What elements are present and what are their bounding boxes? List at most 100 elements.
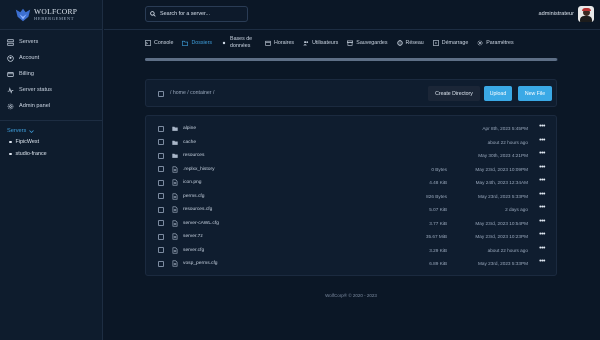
search-input[interactable] bbox=[160, 11, 240, 17]
file-name[interactable]: alpine bbox=[183, 126, 196, 131]
file-checkbox[interactable] bbox=[158, 233, 164, 240]
upload-button[interactable]: Upload bbox=[484, 86, 512, 101]
database-icon bbox=[222, 41, 226, 45]
sidebar-item-account[interactable]: Account bbox=[0, 50, 102, 66]
servers-section-toggle[interactable]: Servers bbox=[0, 126, 102, 136]
play-icon bbox=[432, 40, 439, 46]
folder-icon bbox=[182, 40, 189, 46]
sidebar-item-billing[interactable]: Billing bbox=[0, 66, 102, 82]
sidebar-item-servers[interactable]: Servers bbox=[0, 34, 102, 50]
folder-icon bbox=[172, 140, 178, 145]
file-name[interactable]: resources.cfg bbox=[183, 207, 212, 212]
file-name[interactable]: server.7z bbox=[183, 234, 203, 239]
tab-users[interactable]: Utilisateurs bbox=[303, 40, 338, 46]
tab-startup[interactable]: Démarrage bbox=[432, 40, 469, 46]
file-row[interactable]: icon.png 4.48 KiB May 24th, 2023 12:34AM ••… bbox=[146, 176, 556, 190]
sidebar-server-item[interactable]: FipicWest bbox=[0, 136, 102, 148]
more-options-icon[interactable]: ••• bbox=[539, 150, 545, 157]
file-checkbox[interactable] bbox=[158, 220, 164, 227]
sidebar-item-admin-panel[interactable]: Admin panel bbox=[0, 98, 102, 114]
tab-network[interactable]: Réseau bbox=[396, 40, 424, 46]
tab-label: Démarrage bbox=[441, 40, 469, 46]
file-modified-date: May 30th, 2023 4:21PM bbox=[478, 153, 528, 159]
new-file-button[interactable]: New File bbox=[518, 86, 552, 101]
more-options-icon[interactable]: ••• bbox=[539, 191, 545, 198]
brand-logo[interactable]: WOLFCORP HEBERGEMENT bbox=[0, 0, 102, 30]
file-name[interactable]: resources bbox=[183, 153, 204, 158]
file-name[interactable]: vosp_perms.cfg bbox=[183, 261, 218, 266]
file-modified-date: May 23rd, 2023 5:33PM bbox=[477, 193, 528, 199]
file-checkbox[interactable] bbox=[158, 179, 164, 186]
file-modified-date: about 22 hours ago bbox=[487, 247, 528, 253]
more-options-icon[interactable]: ••• bbox=[539, 231, 545, 238]
file-name[interactable]: server-cAWL.cfg bbox=[183, 221, 219, 226]
user-icon bbox=[7, 54, 14, 62]
file-row[interactable]: .replxx_history 0 Bytes May 23rd, 2023 10:… bbox=[146, 163, 556, 177]
more-options-icon[interactable]: ••• bbox=[539, 123, 545, 130]
file-modified-date: May 23rd, 2023 10:23PM bbox=[475, 234, 528, 240]
folder-icon bbox=[172, 126, 178, 131]
more-options-icon[interactable]: ••• bbox=[539, 258, 545, 265]
tab-console[interactable]: Console bbox=[145, 40, 173, 46]
more-options-icon[interactable]: ••• bbox=[539, 245, 545, 252]
file-modified-date: May 24th, 2023 12:34AM bbox=[475, 180, 528, 186]
file-name[interactable]: cache bbox=[183, 140, 196, 145]
file-name[interactable]: server.cfg bbox=[183, 248, 204, 253]
file-row[interactable]: server-cAWL.cfg 3.77 KiB May 23rd, 2023 10… bbox=[146, 217, 556, 231]
file-size: 3.77 KiB bbox=[429, 220, 447, 226]
file-row[interactable]: cache about 22 hours ago ••• bbox=[146, 136, 556, 150]
username: administrateur bbox=[538, 11, 574, 17]
tab-backups[interactable]: Sauvegardes bbox=[347, 40, 388, 46]
file-row[interactable]: perms.cfg 826 Bytes May 23rd, 2023 5:33PM •… bbox=[146, 190, 556, 204]
create-directory-button[interactable]: Create Directory bbox=[428, 86, 480, 101]
gear-icon bbox=[7, 103, 14, 109]
tab-label: Utilisateurs bbox=[312, 40, 339, 46]
user-menu[interactable]: administrateur bbox=[539, 6, 594, 22]
server-name: FipicWest bbox=[15, 139, 40, 145]
tab-settings[interactable]: Paramètres bbox=[477, 40, 514, 46]
tab-label: Dossiers bbox=[191, 40, 213, 46]
file-checkbox[interactable] bbox=[158, 166, 164, 173]
more-options-icon[interactable]: ••• bbox=[539, 177, 545, 184]
tab-dossiers[interactable]: Dossiers bbox=[182, 40, 212, 46]
select-all-checkbox[interactable] bbox=[158, 91, 164, 97]
tab-label: Sauvegardes bbox=[356, 40, 388, 46]
folder-icon bbox=[172, 153, 178, 158]
file-name[interactable]: perms.cfg bbox=[183, 194, 204, 199]
sidebar: WOLFCORP HEBERGEMENT Servers Account Bil… bbox=[0, 0, 103, 340]
more-options-icon[interactable]: ••• bbox=[539, 137, 545, 144]
calendar-icon bbox=[265, 40, 271, 46]
archive-icon bbox=[347, 40, 354, 46]
more-options-icon[interactable]: ••• bbox=[539, 218, 545, 225]
file-checkbox[interactable] bbox=[158, 152, 164, 159]
file-name[interactable]: .replxx_history bbox=[183, 167, 215, 172]
file-checkbox[interactable] bbox=[158, 125, 164, 132]
brand-subtitle: HEBERGEMENT bbox=[34, 15, 75, 21]
file-icon bbox=[172, 247, 178, 253]
file-checkbox[interactable] bbox=[158, 193, 164, 200]
search-box[interactable] bbox=[145, 6, 248, 22]
file-row[interactable]: server.7z 35.67 MiB May 23rd, 2023 10:23PM… bbox=[146, 230, 556, 244]
file-name[interactable]: icon.png bbox=[183, 180, 202, 185]
file-checkbox[interactable] bbox=[158, 206, 164, 213]
tab-horaires[interactable]: Horaires bbox=[265, 40, 294, 46]
sidebar-item-server-status[interactable]: Server status bbox=[0, 82, 102, 98]
scrollbar-thumb[interactable] bbox=[145, 58, 557, 61]
file-icon bbox=[172, 260, 178, 267]
file-row[interactable]: vosp_perms.cfg 6.89 KiB May 23rd, 2023 5:3… bbox=[146, 257, 556, 271]
file-checkbox[interactable] bbox=[158, 247, 164, 254]
more-options-icon[interactable]: ••• bbox=[539, 164, 545, 171]
file-checkbox[interactable] bbox=[158, 139, 164, 146]
more-options-icon[interactable]: ••• bbox=[539, 204, 545, 211]
file-row[interactable]: resources.cfg 5.07 KiB 2 days ago ••• bbox=[146, 203, 556, 217]
sidebar-server-item[interactable]: studio-france bbox=[0, 148, 102, 160]
file-row[interactable]: server.cfg 3.29 KiB about 22 hours ago ••• bbox=[146, 244, 556, 258]
file-checkbox[interactable] bbox=[158, 260, 164, 267]
file-row[interactable]: resources May 30th, 2023 4:21PM ••• bbox=[146, 149, 556, 163]
breadcrumb[interactable]: / home / container / bbox=[170, 90, 214, 96]
file-icon bbox=[172, 206, 178, 213]
tabs-scrollbar[interactable] bbox=[145, 58, 558, 61]
avatar[interactable] bbox=[578, 6, 594, 22]
tab-databases[interactable]: Bases de données bbox=[221, 36, 256, 50]
file-row[interactable]: alpine Apr 8th, 2023 5:45PM ••• bbox=[146, 122, 556, 136]
